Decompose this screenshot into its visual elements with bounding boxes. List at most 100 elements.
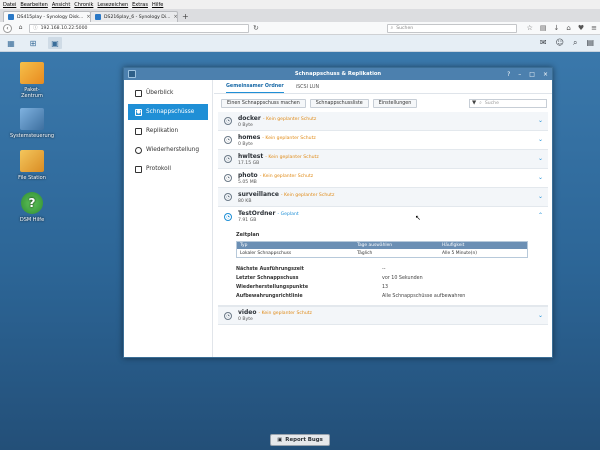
help-icon[interactable]: ? — [507, 71, 510, 78]
folder-size: 0 Byte — [238, 317, 253, 322]
chevron-down-icon[interactable]: ⌄ — [538, 136, 543, 143]
tab-shared-folder[interactable]: Gemeinsamer Ordner — [226, 84, 284, 93]
file-station-icon — [20, 150, 44, 172]
settings-button[interactable]: Einstellungen — [372, 98, 418, 108]
user-icon[interactable]: ☺ — [556, 38, 564, 48]
hamburger-menu-icon[interactable]: ≡ — [591, 24, 597, 32]
sidebar-item-replication[interactable]: Replikation — [128, 123, 208, 139]
star-icon[interactable]: ☆ — [527, 24, 533, 32]
back-button[interactable]: ‹ — [3, 23, 12, 33]
sidebar-item-snapshots[interactable]: ● Schnappschüsse — [128, 104, 208, 120]
window-titlebar[interactable]: Schnappschuss & Replikation ? – □ × — [124, 68, 552, 80]
browser-tab-label: DS415play - Synology Disk... — [17, 14, 84, 20]
chevron-down-icon[interactable]: ⌄ — [538, 155, 543, 162]
menu-edit[interactable]: Bearbeiten — [20, 2, 47, 8]
log-icon — [135, 165, 142, 173]
pocket-icon[interactable]: ♥ — [578, 24, 584, 32]
list-item[interactable]: ◔ surveillance - Kein geplanter Schutz 80… — [218, 188, 548, 207]
dsm-search-icon[interactable]: ⌕ — [573, 38, 577, 48]
detail-value: 13 — [382, 285, 389, 290]
reload-icon[interactable]: ↻ — [253, 24, 259, 32]
sidebar-item-recovery[interactable]: Wiederherstellung — [128, 142, 208, 158]
widgets-icon[interactable]: ▤ — [586, 38, 594, 48]
detail-value: Alle Schnappschüsse aufbewahren — [382, 294, 466, 299]
detail-last-snapshot: Letzter Schnappschuss vor 10 Sekunden — [236, 274, 542, 283]
dsm-taskbar: ▦ ⊞ ▣ ✉ ☺ ⌕ ▤ — [0, 35, 600, 52]
desktop-icon-label: Systemsteuerung — [9, 133, 55, 139]
report-bugs-button[interactable]: ▣ Report Bugs — [270, 434, 330, 446]
browser-tabbar: DS415play - Synology Disk... × DS216play… — [0, 9, 600, 22]
menu-bookmarks[interactable]: Lesezeichen — [97, 2, 128, 8]
shared-folder-list: ◔ docker - Kein geplanter Schutz 0 Byte ⌄… — [218, 112, 548, 351]
folder-size: 0 Byte — [238, 122, 253, 128]
maximize-icon[interactable]: □ — [529, 71, 535, 78]
browser-tab-1[interactable]: DS415play - Synology Disk... × — [3, 11, 91, 22]
show-desktop-button[interactable]: ▦ — [4, 37, 18, 49]
sidebar-item-log[interactable]: Protokoll — [128, 161, 208, 177]
protection-status: - Kein geplanter Schutz — [262, 135, 316, 141]
dsm-taskbar-right: ✉ ☺ ⌕ ▤ — [540, 38, 600, 48]
tab-iscsi-lun[interactable]: iSCSI LUN — [296, 85, 319, 93]
notifications-icon[interactable]: ✉ — [540, 38, 547, 48]
detail-value: vor 10 Sekunden — [382, 276, 423, 281]
chevron-down-icon[interactable]: ⌄ — [538, 193, 543, 200]
detail-value: -- — [382, 267, 386, 272]
menu-tools[interactable]: Extras — [132, 2, 148, 8]
window-controls: ? – □ × — [507, 71, 548, 78]
chevron-down-icon[interactable]: ⌄ — [538, 312, 543, 319]
browser-search-input[interactable]: ⌕ Suchen — [386, 23, 517, 33]
home-icon[interactable]: ⌂ — [16, 24, 25, 33]
protection-status: - Kein geplanter Schutz — [262, 116, 317, 122]
chevron-up-icon[interactable]: ⌃ — [538, 212, 543, 219]
snapshot-clock-icon: ◔ — [224, 193, 232, 201]
snapshot-app-taskbar-button[interactable]: ▣ — [48, 37, 62, 49]
take-snapshot-button[interactable]: Einen Schnappschuss machen — [221, 98, 306, 108]
browser-tab-2[interactable]: DS216play_6 - Synology Di... × — [90, 11, 178, 22]
desktop-icon-package-center[interactable]: Paket- Zentrum — [8, 62, 56, 99]
list-item[interactable]: ◔ homes - Kein geplanter Schutz 0 Byte ⌄ — [218, 131, 548, 150]
new-tab-button[interactable]: + — [177, 11, 194, 22]
list-item[interactable]: ◔ hwltest - Kein geplanter Schutz 17.15 G… — [218, 150, 548, 169]
list-item-expanded[interactable]: ◔ TestOrdner - Geplant 7.91 GB ⌃ — [218, 207, 548, 226]
snapshot-clock-icon: ◔ — [224, 155, 232, 163]
sidebar-item-label: Protokoll — [146, 166, 171, 172]
url-bar[interactable]: ⓘ 192.168.10.22:5000 — [29, 23, 249, 33]
minimize-icon[interactable]: – — [518, 71, 521, 78]
search-icon: ⌕ — [390, 26, 394, 31]
menu-view[interactable]: Ansicht — [52, 2, 70, 8]
main-menu-button[interactable]: ⊞ — [26, 37, 40, 49]
desktop-icon-file-station[interactable]: File Station — [8, 150, 56, 181]
column-header-days: Tage auswählen — [357, 243, 393, 248]
list-item[interactable]: ◔ docker - Kein geplanter Schutz 0 Byte ⌄ — [218, 112, 548, 131]
chevron-down-icon[interactable]: ⌄ — [538, 174, 543, 181]
window-title: Schnappschuss & Replikation — [294, 71, 382, 77]
detail-retention-policy: Aufbewahrungsrichtlinie Alle Schnappschü… — [236, 292, 542, 301]
menu-help[interactable]: Hilfe — [152, 2, 163, 8]
home-toolbar-icon[interactable]: ⌂ — [566, 24, 570, 32]
list-item[interactable]: ◔ photo - Kein geplanter Schutz 5.05 MB ⌄ — [218, 169, 548, 188]
menu-file[interactable]: Datei — [3, 2, 16, 8]
table-row: Lokaler Schnappschuss Täglich Alle 5 Min… — [237, 249, 527, 257]
browser-menubar: Datei Bearbeiten Ansicht Chronik Lesezei… — [0, 0, 600, 9]
chevron-down-icon[interactable]: ⌄ — [538, 117, 543, 124]
desktop-icon-control-panel[interactable]: Systemsteuerung — [8, 108, 56, 139]
sidebar-item-overview[interactable]: Überblick — [128, 85, 208, 101]
filter-search-input[interactable]: ▼ ⌕ Suche — [469, 98, 547, 108]
folder-size: 7.91 GB — [238, 218, 257, 223]
folder-size: 0 Byte — [238, 141, 253, 147]
list-item[interactable]: ◔ video - Kein geplanter Schutz 0 Byte ⌄ — [218, 306, 548, 325]
bookmarks-icon[interactable]: ▤ — [540, 24, 547, 32]
download-icon[interactable]: ↓ — [554, 24, 560, 32]
close-icon[interactable]: × — [543, 71, 548, 78]
desktop-icon-label: File Station — [18, 175, 46, 181]
folder-name: video — [238, 309, 257, 316]
snapshot-list-button[interactable]: Schnappschussliste — [309, 98, 369, 108]
menu-history[interactable]: Chronik — [74, 2, 93, 8]
schedule-table: Typ Tage auswählen Häufigkeit Lokaler Sc… — [236, 241, 528, 258]
snapshot-replication-window: Schnappschuss & Replikation ? – □ × Über… — [123, 67, 553, 358]
desktop-icon-dsm-help[interactable]: ? DSM Hilfe — [8, 192, 56, 223]
filter-icon[interactable]: ▼ — [472, 100, 476, 106]
report-bugs-label: Report Bugs — [285, 437, 323, 443]
browser-toolbar-icons: ☆ ▤ ↓ ⌂ ♥ ≡ — [527, 24, 597, 32]
folder-name: hwltest — [238, 152, 264, 160]
